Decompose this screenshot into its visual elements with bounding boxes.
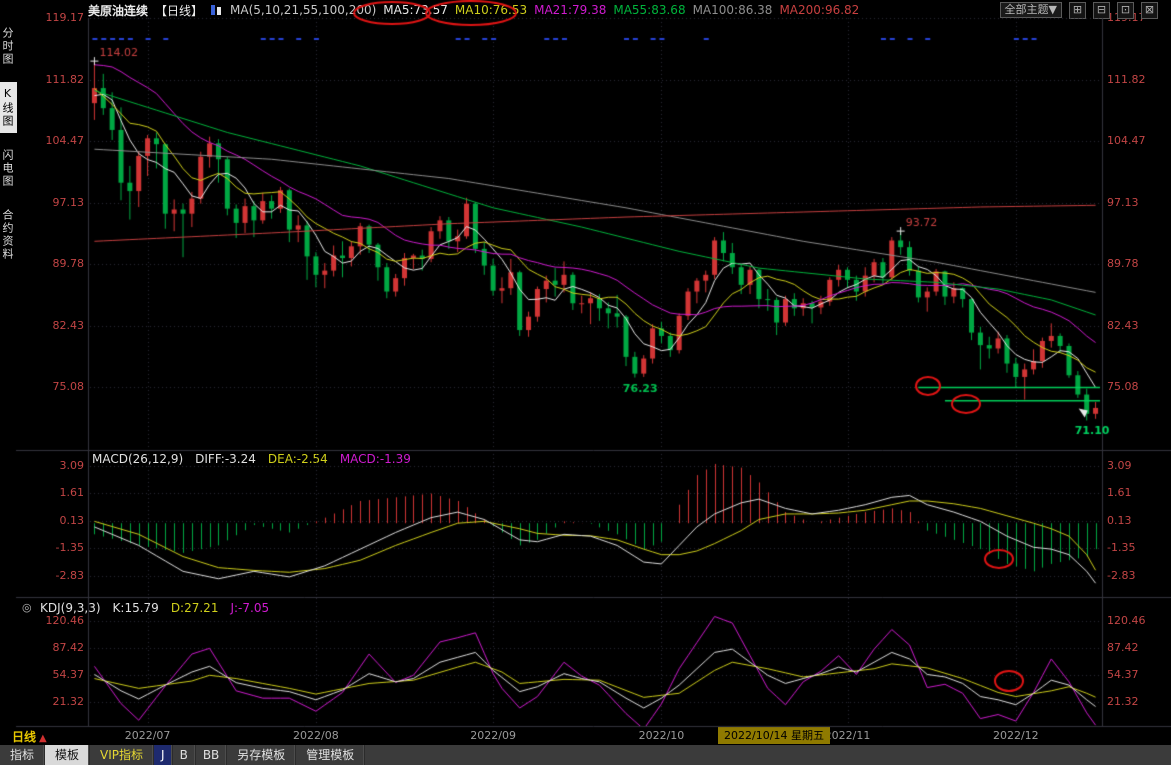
window-restore-icon[interactable]: ⊡ <box>1117 2 1134 19</box>
kdj-name: KDJ(9,3,3) <box>40 601 101 615</box>
axis-label: 21.32 <box>22 695 84 708</box>
tab-indicators[interactable]: 指标 <box>0 745 45 765</box>
axis-label: 111.82 <box>22 73 84 86</box>
left-tab-strip: 分时图 K线图 闪电图 合约资料 <box>0 22 17 266</box>
axis-label: -2.83 <box>22 569 84 582</box>
axis-label: 0.13 <box>1107 514 1132 527</box>
layout-grid-icon[interactable]: ⊞ <box>1069 2 1086 19</box>
tab-bb[interactable]: BB <box>196 745 227 765</box>
axis-label: -2.83 <box>1107 569 1135 582</box>
kdj-d-value: D:27.21 <box>171 601 219 615</box>
x-axis-label: 2022/10 <box>639 729 685 742</box>
period-tag[interactable]: 【日线】 <box>155 2 203 19</box>
axis-label: 89.78 <box>1107 257 1139 270</box>
tab-templates[interactable]: 模板 <box>45 745 90 765</box>
bottom-toolbar: 指标 模板 VIP指标 J B BB 另存模板 管理模板 <box>0 745 1171 765</box>
ma5-value: MA5:73.57 <box>383 3 448 17</box>
kline-icon <box>210 4 223 16</box>
chart-canvas[interactable] <box>0 0 1171 765</box>
layout-split-icon[interactable]: ⊟ <box>1093 2 1110 19</box>
axis-label: 21.32 <box>1107 695 1139 708</box>
ma21-value: MA21:79.38 <box>534 3 606 17</box>
tab-b[interactable]: B <box>173 745 196 765</box>
period-indicator[interactable]: 日线▲ <box>12 728 47 745</box>
axis-label: 120.46 <box>1107 614 1146 627</box>
trading-app: 美原油连续 【日线】 MA(5,10,21,55,100,200) MA5:73… <box>0 0 1171 765</box>
period-up-arrow-icon: ▲ <box>39 733 47 744</box>
axis-label: -1.35 <box>1107 541 1135 554</box>
macd-diff-value: DIFF:-3.24 <box>195 452 256 466</box>
ma-group-label: MA(5,10,21,55,100,200) <box>230 3 376 17</box>
manage-template-button[interactable]: 管理模板 <box>296 745 365 765</box>
axis-label: 1.61 <box>22 486 84 499</box>
kdj-k-value: K:15.79 <box>113 601 159 615</box>
x-axis-label: 2022/08 <box>293 729 339 742</box>
axis-label: 82.43 <box>1107 319 1139 332</box>
kdj-j-value: J:-7.05 <box>230 601 269 615</box>
axis-label: 75.08 <box>22 380 84 393</box>
macd-header: MACD(26,12,9) DIFF:-3.24 DEA:-2.54 MACD:… <box>92 452 411 466</box>
tab-j[interactable]: J <box>154 745 173 765</box>
period-label: 日线 <box>12 730 36 744</box>
sidebar-item-contract-info[interactable]: 合约资料 <box>0 204 17 266</box>
axis-label: 75.08 <box>1107 380 1139 393</box>
sidebar-item-flashchart[interactable]: 闪电图 <box>0 144 17 193</box>
macd-macd-value: MACD:-1.39 <box>340 452 411 466</box>
instrument-title[interactable]: 美原油连续 <box>88 2 148 19</box>
sidebar-item-timechart[interactable]: 分时图 <box>0 22 17 71</box>
axis-label: 87.42 <box>1107 641 1139 654</box>
x-axis-label: 2022/09 <box>470 729 516 742</box>
axis-label: 3.09 <box>1107 459 1132 472</box>
selected-date-badge: 2022/10/14 星期五 <box>718 727 830 744</box>
tab-vip-indicators[interactable]: VIP指标 <box>90 745 154 765</box>
sidebar-item-kline[interactable]: K线图 <box>0 82 17 133</box>
axis-label: -1.35 <box>22 541 84 554</box>
axis-label: 97.13 <box>1107 196 1139 209</box>
axis-label: 54.37 <box>1107 668 1139 681</box>
kdj-header: KDJ(9,3,3) K:15.79 D:27.21 J:-7.05 <box>40 601 269 615</box>
axis-label: 120.46 <box>22 614 84 627</box>
theme-selector-button[interactable]: 全部主题▼ <box>1000 2 1062 18</box>
ma55-value: MA55:83.68 <box>613 3 685 17</box>
window-close-icon[interactable]: ⊠ <box>1141 2 1158 19</box>
x-axis: 2022/072022/082022/092022/102022/112022/… <box>0 0 1171 765</box>
axis-label: 0.13 <box>22 514 84 527</box>
axis-label: 82.43 <box>22 319 84 332</box>
ma100-value: MA100:86.38 <box>693 3 773 17</box>
save-template-button[interactable]: 另存模板 <box>227 745 296 765</box>
axis-label: 1.61 <box>1107 486 1132 499</box>
macd-name: MACD(26,12,9) <box>92 452 183 466</box>
axis-label: 3.09 <box>22 459 84 472</box>
axis-label: 104.47 <box>22 134 84 147</box>
axis-label: 111.82 <box>1107 73 1146 86</box>
chart-header: 美原油连续 【日线】 MA(5,10,21,55,100,200) MA5:73… <box>0 0 1171 20</box>
axis-label: 54.37 <box>22 668 84 681</box>
ma10-value: MA10:76.53 <box>455 3 527 17</box>
axis-label: 104.47 <box>1107 134 1146 147</box>
axis-label: 97.13 <box>22 196 84 209</box>
x-axis-label: 2022/11 <box>825 729 871 742</box>
x-axis-label: 2022/12 <box>993 729 1039 742</box>
axis-label: 87.42 <box>22 641 84 654</box>
axis-label: 89.78 <box>22 257 84 270</box>
x-axis-label: 2022/07 <box>125 729 171 742</box>
macd-dea-value: DEA:-2.54 <box>268 452 328 466</box>
indicator-cycle-icon[interactable]: ◎ <box>22 601 32 614</box>
ma200-value: MA200:96.82 <box>779 3 859 17</box>
